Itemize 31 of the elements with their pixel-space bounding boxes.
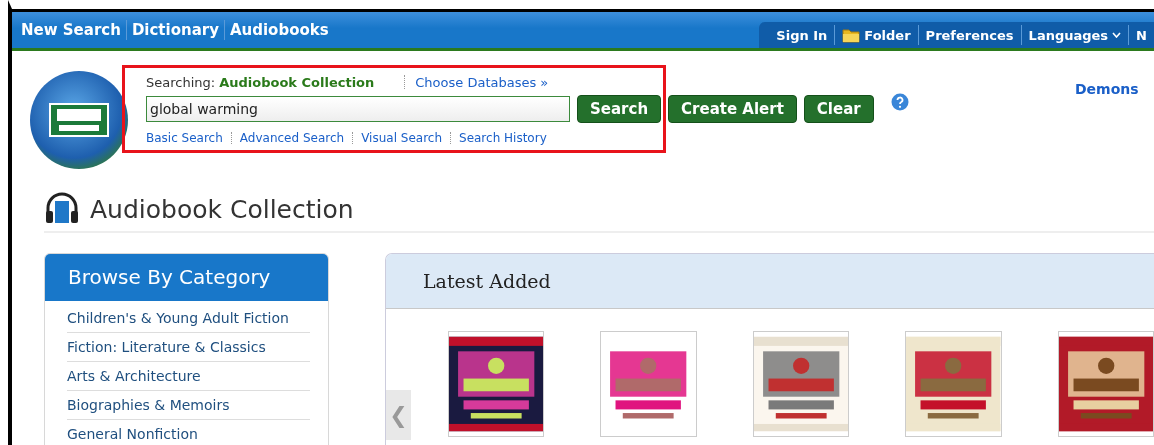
action-button[interactable]: Create Alert — [668, 95, 797, 123]
searching-label: Searching: — [146, 74, 216, 90]
help-icon[interactable] — [890, 93, 909, 111]
search-mode-link[interactable]: Search History — [459, 131, 547, 145]
choose-databases-link[interactable]: Choose Databases » — [415, 74, 549, 90]
search-field[interactable]: global warming — [146, 96, 570, 122]
panel-header: Latest Added — [386, 254, 1154, 309]
nav-link[interactable]: Preferences — [918, 27, 1021, 43]
nav-link[interactable]: N — [1129, 27, 1154, 43]
nav-link[interactable]: Audiobooks — [224, 21, 334, 39]
search-mode-link[interactable]: Visual Search — [361, 131, 442, 145]
panel-header: Browse By Category — [45, 254, 328, 301]
category-link[interactable]: Fiction: Literature & Classics — [67, 333, 310, 362]
search-mode-link[interactable]: Basic Search — [146, 131, 223, 145]
folder-icon — [842, 27, 861, 43]
action-button[interactable]: Search — [577, 95, 662, 123]
nav-link[interactable]: Dictionary — [126, 21, 224, 39]
caret-icon — [1112, 32, 1122, 38]
nav-link[interactable]: Languages — [1021, 27, 1129, 43]
demo-link[interactable]: Demons — [1075, 81, 1139, 97]
nav-link[interactable]: New Search — [16, 21, 126, 39]
category-link[interactable]: General Nonfiction — [67, 420, 310, 445]
search-mode-link[interactable]: Advanced Search — [239, 131, 345, 145]
category-link[interactable]: Children's & Young Adult Fiction — [67, 304, 310, 333]
category-link[interactable]: Biographies & Memoirs — [67, 391, 310, 420]
action-button[interactable]: Clear — [803, 95, 874, 123]
category-link[interactable]: Arts & Architecture — [67, 362, 310, 391]
database-name: Audiobook Collection — [219, 74, 375, 90]
page-title: Audiobook Collection — [90, 194, 354, 224]
nav-link[interactable]: Sign In — [769, 27, 835, 43]
nav-link[interactable]: Folder — [835, 27, 918, 43]
